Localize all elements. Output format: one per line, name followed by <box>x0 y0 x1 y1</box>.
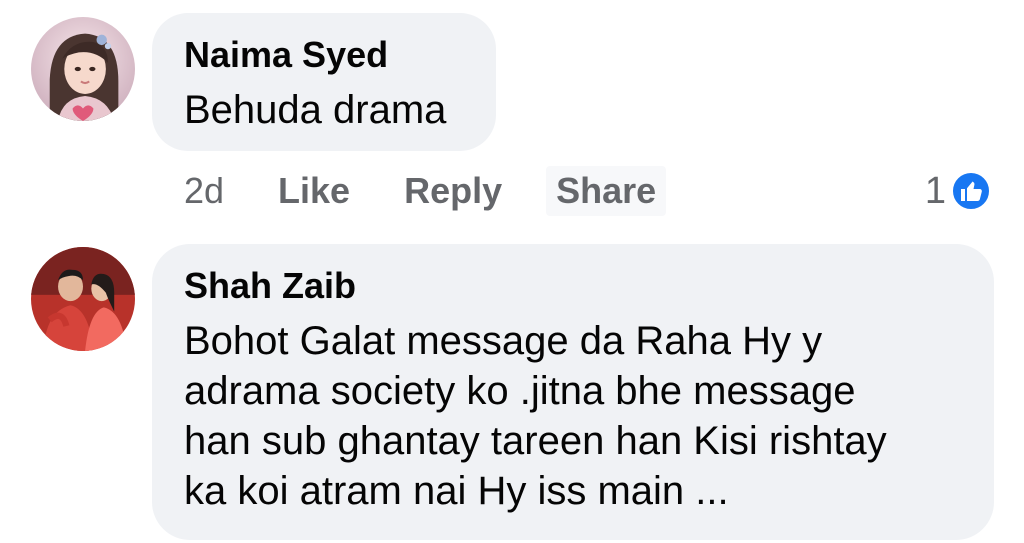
comment-author[interactable]: Naima Syed <box>184 35 388 75</box>
comment-text-line: han sub ghantay tareen han Kisi rishtay <box>184 419 887 463</box>
comment-text: Bohot Galat message da Raha Hy y adrama … <box>184 316 964 516</box>
avatar[interactable] <box>31 17 135 121</box>
comment-text-line: ka koi atram nai Hy iss main ... <box>184 469 729 513</box>
comments-section: Naima Syed Behuda drama 2d Like Reply Sh… <box>0 0 1024 543</box>
reaction-count: 1 <box>924 169 946 212</box>
comment-timestamp[interactable]: 2d <box>184 170 224 212</box>
reply-button[interactable]: Reply <box>404 170 502 212</box>
profile-picture-icon <box>31 17 135 121</box>
share-button[interactable]: Share <box>546 166 667 216</box>
comment-bubble: Shah Zaib Bohot Galat message da Raha Hy… <box>152 244 994 540</box>
profile-picture-icon <box>31 247 135 351</box>
comment-text: Behuda drama <box>184 85 446 135</box>
comment-text-line: Bohot Galat message da Raha Hy y <box>184 319 823 363</box>
comment-text-line: Behuda drama <box>184 88 447 132</box>
reaction-summary[interactable]: 1 <box>925 166 992 216</box>
like-button[interactable]: Like <box>278 170 350 212</box>
comment-text-line: adrama society ko .jitna bhe message <box>184 369 856 413</box>
avatar[interactable] <box>31 247 135 351</box>
comment-bubble: Naima Syed Behuda drama <box>152 13 496 151</box>
comment-actions: 2d Like Reply Share <box>184 166 720 216</box>
comment-author[interactable]: Shah Zaib <box>184 266 356 306</box>
like-icon <box>950 170 992 212</box>
